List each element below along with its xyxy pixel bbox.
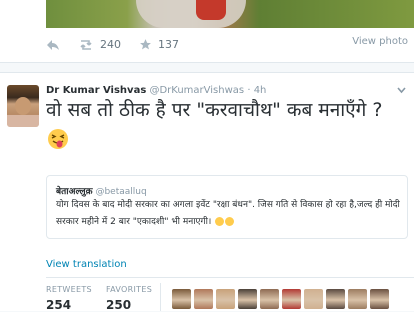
favoriter-avatar[interactable] [370, 289, 389, 309]
favorites-stat[interactable]: FAVORITES 250 [106, 285, 152, 312]
tweet-photo[interactable] [46, 0, 414, 28]
tweet-text: वो सब तो ठीक है पर "करवाचौथ" कब मनाएँगे … [46, 99, 383, 121]
quoted-tweet-text: योग दिवस के बाद मोदी सरकार का अगला इवेंट… [56, 197, 401, 231]
reply-icon [47, 39, 59, 50]
favoriter-avatar[interactable] [348, 289, 367, 309]
favoriters-avatars [172, 289, 392, 309]
laughing-emoji-icon [215, 217, 225, 226]
avatar-face [15, 97, 31, 115]
favorite-count: 137 [158, 38, 179, 51]
favorite-button[interactable]: 137 [139, 38, 179, 51]
view-translation-link[interactable]: View translation [46, 259, 127, 270]
previous-tweet: 240 137 View photo [0, 0, 414, 63]
tweet: Dr Kumar Vishvas @DrKumarVishwas · 4h वो… [0, 72, 414, 312]
stats-divider [46, 277, 414, 278]
tweet-header: Dr Kumar Vishvas @DrKumarVishwas · 4h [46, 85, 266, 96]
reply-button[interactable] [46, 39, 60, 51]
header-separator: · [247, 85, 251, 96]
tongue-out-emoji-icon [48, 129, 68, 149]
avatar[interactable] [7, 85, 39, 127]
retweets-label: RETWEETS [46, 285, 92, 294]
stats-separator [160, 283, 161, 311]
avatar-shirt [7, 115, 39, 127]
favoriter-avatar[interactable] [238, 289, 257, 309]
favoriter-avatar[interactable] [260, 289, 279, 309]
star-icon [140, 39, 151, 50]
author-name[interactable]: Dr Kumar Vishvas [46, 85, 146, 96]
chevron-down-icon[interactable] [397, 87, 406, 94]
tweet-actions: 240 137 [46, 38, 197, 51]
favoriter-avatar[interactable] [282, 289, 301, 309]
tweet-timestamp[interactable]: 4h [254, 85, 267, 96]
favoriter-avatar[interactable] [326, 289, 345, 309]
favoriter-avatar[interactable] [194, 289, 213, 309]
photo-subject [136, 0, 246, 28]
laughing-emoji-icon [225, 217, 235, 226]
favoriter-avatar[interactable] [172, 289, 191, 309]
retweet-count: 240 [100, 38, 121, 51]
retweets-stat[interactable]: RETWEETS 254 [46, 285, 92, 312]
quoted-author-name: बेताअल्लुक़ [56, 187, 93, 197]
quoted-author-handle: @betaalluq [95, 187, 147, 197]
retweet-icon [80, 39, 92, 50]
view-photo-link[interactable]: View photo [352, 36, 408, 47]
favorites-label: FAVORITES [106, 285, 153, 294]
retweet-button[interactable]: 240 [78, 38, 121, 51]
twitter-timeline: 240 137 View photo Dr Kumar Vishvas @DrK… [0, 0, 414, 312]
favoriter-avatar[interactable] [216, 289, 235, 309]
quoted-tweet[interactable]: बेताअल्लुक़ @betaalluq योग दिवस के बाद म… [46, 175, 408, 239]
author-handle[interactable]: @DrKumarVishwas [149, 85, 244, 96]
quoted-tweet-header: बेताअल्लुक़ @betaalluq [56, 184, 147, 197]
photo-detail [196, 0, 226, 20]
favoriter-avatar[interactable] [304, 289, 323, 309]
